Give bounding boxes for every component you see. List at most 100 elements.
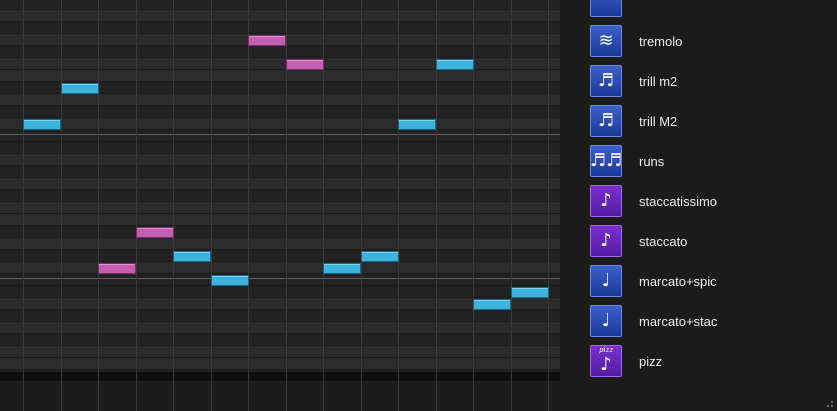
articulation-item-tremolo[interactable]: ≋ tremolo (590, 25, 682, 57)
grid-row[interactable] (0, 166, 560, 178)
articulation-item-staccatissimo[interactable]: ♪ staccatissimo (590, 185, 717, 217)
grid-row[interactable] (0, 334, 560, 346)
icon-glyph: ♩ (601, 310, 611, 331)
resize-grip-icon[interactable] (823, 397, 833, 407)
articulation-item-runs[interactable]: ♬♬ runs (590, 145, 664, 177)
note-blue[interactable] (23, 119, 61, 130)
note-blue[interactable] (211, 275, 249, 286)
articulation-item-pizz[interactable]: pizz ♪ pizz (590, 345, 662, 377)
articulation-label: marcato+spic (639, 273, 717, 289)
pizz-icon[interactable]: pizz ♪ (590, 345, 622, 377)
grid-row[interactable] (0, 94, 560, 106)
grid-row[interactable] (0, 154, 560, 166)
articulation-label: trill m2 (639, 73, 678, 89)
icon-glyph: ♪ (600, 190, 612, 211)
piano-roll[interactable] (0, 0, 560, 411)
grid-row[interactable] (0, 118, 560, 130)
articulation-label: staccato (639, 233, 688, 249)
grid-row[interactable] (0, 130, 560, 142)
articulation-label: tremolo (639, 33, 683, 49)
articulation-item-marcato-spic[interactable]: ♩ marcato+spic (590, 265, 717, 297)
grid-row[interactable] (0, 142, 560, 154)
grid-row[interactable] (0, 322, 560, 334)
note-blue[interactable] (361, 251, 399, 262)
note-blue[interactable] (61, 83, 99, 94)
beat-line (173, 0, 174, 411)
icon-glyph: ≋ (598, 30, 614, 51)
beat-line (98, 0, 99, 411)
articulation-panel: ≋ tremolo ♬ trill m2 ♬ trill M2 ♬♬ runs ♪ staccat… (560, 0, 837, 411)
articulation-item-trill-m2[interactable]: ♬ trill M2 (590, 105, 677, 137)
beat-line (211, 0, 212, 411)
icon-glyph: ♬ (597, 70, 615, 91)
articulation-label: pizz (639, 353, 663, 369)
grid-row[interactable] (0, 190, 560, 202)
beat-line (511, 0, 512, 411)
marcato-stac-icon[interactable]: ♩ (590, 305, 622, 337)
note-pink[interactable] (248, 35, 286, 46)
grid-row[interactable] (0, 0, 560, 10)
beat-line (361, 0, 362, 411)
note-pink[interactable] (98, 263, 136, 274)
staccatissimo-icon[interactable]: ♪ (590, 185, 622, 217)
beat-line (136, 0, 137, 411)
grid-row[interactable] (0, 358, 560, 370)
grid-row[interactable] (0, 178, 560, 190)
grid-row[interactable] (0, 10, 560, 22)
articulation-item-staccato[interactable]: ♪ staccato (590, 225, 687, 257)
grid-row[interactable] (0, 250, 560, 262)
grid-row[interactable] (0, 202, 560, 214)
icon-glyph: ♬ (597, 110, 615, 131)
articulation-label: runs (639, 153, 665, 169)
partial-icon[interactable] (590, 0, 622, 17)
articulation-label: staccatissimo (639, 193, 718, 209)
runs-icon[interactable]: ♬♬ (590, 145, 622, 177)
icon-glyph: ♪ (600, 354, 612, 375)
articulation-item-partial[interactable] (590, 0, 639, 17)
grid-row[interactable] (0, 238, 560, 250)
piano-roll-grid[interactable] (0, 0, 560, 382)
note-pink[interactable] (136, 227, 174, 238)
grid-row[interactable] (0, 346, 560, 358)
icon-glyph: ♬♬ (590, 150, 622, 171)
icon-glyph: ♩ (601, 270, 611, 291)
articulation-item-trill-m2[interactable]: ♬ trill m2 (590, 65, 677, 97)
beat-line (248, 0, 249, 411)
grid-row[interactable] (0, 106, 560, 118)
articulation-item-marcato-stac[interactable]: ♩ marcato+stac (590, 305, 717, 337)
articulation-label: marcato+stac (639, 313, 718, 329)
piano-roll-footer (0, 372, 560, 411)
timeline-strip (0, 372, 560, 381)
grid-row[interactable] (0, 70, 560, 82)
note-blue[interactable] (323, 263, 361, 274)
note-blue[interactable] (511, 287, 549, 298)
grid-row[interactable] (0, 46, 560, 58)
grid-row[interactable] (0, 310, 560, 322)
grid-row[interactable] (0, 22, 560, 34)
grid-row[interactable] (0, 262, 560, 274)
pizz-tag-label: pizz (598, 346, 614, 354)
trill-m2-icon[interactable]: ♬ (590, 65, 622, 97)
note-blue[interactable] (173, 251, 211, 262)
octave-divider (0, 278, 560, 279)
note-pink[interactable] (286, 59, 324, 70)
tremolo-icon[interactable]: ≋ (590, 25, 622, 57)
trill-M2-icon[interactable]: ♬ (590, 105, 622, 137)
beat-line (61, 0, 62, 411)
articulation-label: trill M2 (639, 113, 678, 129)
beat-line (398, 0, 399, 411)
marcato-spic-icon[interactable]: ♩ (590, 265, 622, 297)
staccato-icon[interactable]: ♪ (590, 225, 622, 257)
icon-glyph: ♪ (600, 230, 612, 251)
grid-row[interactable] (0, 286, 560, 298)
beat-line (23, 0, 24, 411)
note-blue[interactable] (398, 119, 436, 130)
note-blue[interactable] (436, 59, 474, 70)
grid-row[interactable] (0, 58, 560, 70)
grid-row[interactable] (0, 214, 560, 226)
note-blue[interactable] (473, 299, 511, 310)
octave-divider (0, 134, 560, 135)
beat-line (548, 0, 549, 411)
grid-row[interactable] (0, 274, 560, 286)
grid-row[interactable] (0, 226, 560, 238)
